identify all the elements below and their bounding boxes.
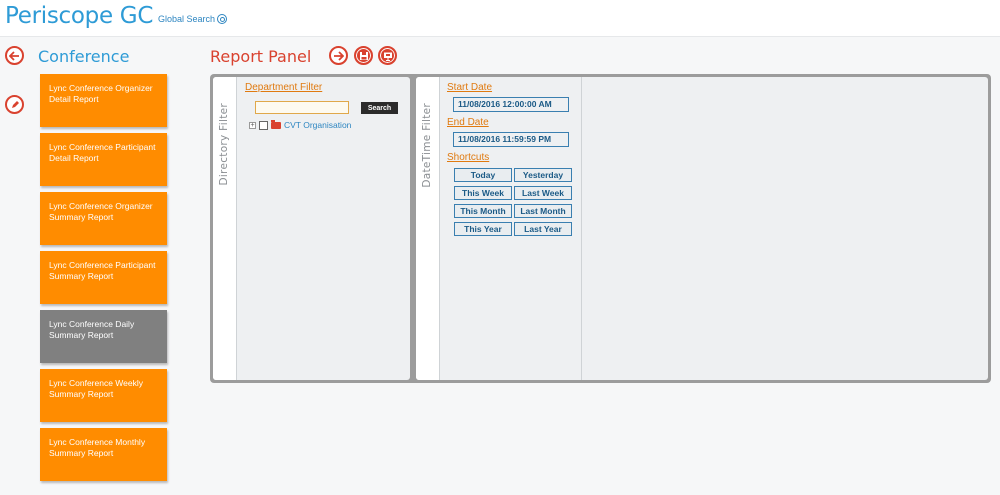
section-title: Conference <box>38 47 130 66</box>
report-item-label: Lync Conference Participant Detail Repor… <box>49 142 156 163</box>
tree-expand-icon[interactable]: + <box>249 121 256 129</box>
app-header: Periscope GC Global Search <box>0 0 1000 37</box>
tree-node-root: + CVT Organisation <box>249 119 351 130</box>
floppy-disk-icon <box>359 51 368 60</box>
panel-title: Report Panel <box>210 47 312 66</box>
report-panel: Directory Filter Department Filter Searc… <box>210 74 991 383</box>
end-date-label: End Date <box>447 117 489 128</box>
datetime-divider <box>581 77 582 380</box>
shortcuts-label: Shortcuts <box>447 152 490 163</box>
start-date-field[interactable]: 11/08/2016 12:00:00 AM <box>453 97 569 112</box>
report-item-organizer-summary[interactable]: Lync Conference Organizer Summary Report <box>40 192 167 245</box>
datetime-filter: DateTime Filter Start Date 11/08/2016 12… <box>416 77 988 380</box>
tree-node-label[interactable]: CVT Organisation <box>284 120 351 130</box>
save-report-button[interactable] <box>354 46 373 65</box>
datetime-filter-tab[interactable]: DateTime Filter <box>416 77 440 380</box>
shortcut-last-month-button[interactable]: Last Month <box>514 204 572 218</box>
report-item-label: Lync Conference Organizer Summary Report <box>49 201 153 222</box>
directory-filter-tab[interactable]: Directory Filter <box>213 77 237 380</box>
shortcut-this-month-button[interactable]: This Month <box>454 204 512 218</box>
report-item-organizer-detail[interactable]: Lync Conference Organizer Detail Report <box>40 74 167 127</box>
schedule-report-button[interactable] <box>378 46 397 65</box>
back-button[interactable] <box>5 46 24 65</box>
report-item-daily-summary[interactable]: Lync Conference Daily Summary Report <box>40 310 167 363</box>
report-item-weekly-summary[interactable]: Lync Conference Weekly Summary Report <box>40 369 167 422</box>
report-item-label: Lync Conference Monthly Summary Report <box>49 437 146 458</box>
directory-filter-tab-label: Directory Filter <box>218 103 230 186</box>
report-list: Lync Conference Organizer Detail Report … <box>40 74 167 487</box>
search-icon <box>217 14 228 24</box>
directory-filter: Directory Filter Department Filter Searc… <box>213 77 410 380</box>
global-search-label: Global Search <box>158 14 216 24</box>
folder-icon <box>271 119 281 129</box>
pencil-icon <box>11 100 19 108</box>
presentation-icon <box>383 52 392 61</box>
department-search-button[interactable]: Search <box>361 102 398 114</box>
shortcut-this-week-button[interactable]: This Week <box>454 186 512 200</box>
report-item-monthly-summary[interactable]: Lync Conference Monthly Summary Report <box>40 428 167 481</box>
report-item-label: Lync Conference Organizer Detail Report <box>49 83 153 104</box>
run-report-button[interactable] <box>329 46 348 65</box>
tree-checkbox[interactable] <box>259 120 268 130</box>
report-item-label: Lync Conference Weekly Summary Report <box>49 378 144 399</box>
app-title: Periscope GC <box>5 3 154 29</box>
department-filter-link[interactable]: Department Filter <box>245 82 322 93</box>
arrow-right-icon <box>334 50 344 61</box>
global-search-link[interactable]: Global Search <box>158 14 228 24</box>
edit-button[interactable] <box>5 95 24 114</box>
shortcut-yesterday-button[interactable]: Yesterday <box>514 168 572 182</box>
report-item-label: Lync Conference Participant Summary Repo… <box>49 260 156 281</box>
shortcut-last-week-button[interactable]: Last Week <box>514 186 572 200</box>
end-date-field[interactable]: 11/08/2016 11:59:59 PM <box>453 132 569 147</box>
datetime-filter-tab-label: DateTime Filter <box>421 103 433 188</box>
shortcut-last-year-button[interactable]: Last Year <box>514 222 572 236</box>
shortcut-today-button[interactable]: Today <box>454 168 512 182</box>
arrow-left-icon <box>9 50 19 61</box>
start-date-label: Start Date <box>447 82 493 93</box>
report-item-participant-detail[interactable]: Lync Conference Participant Detail Repor… <box>40 133 167 186</box>
department-search-input[interactable] <box>255 101 349 114</box>
report-item-participant-summary[interactable]: Lync Conference Participant Summary Repo… <box>40 251 167 304</box>
shortcut-this-year-button[interactable]: This Year <box>454 222 512 236</box>
report-item-label: Lync Conference Daily Summary Report <box>49 319 135 340</box>
